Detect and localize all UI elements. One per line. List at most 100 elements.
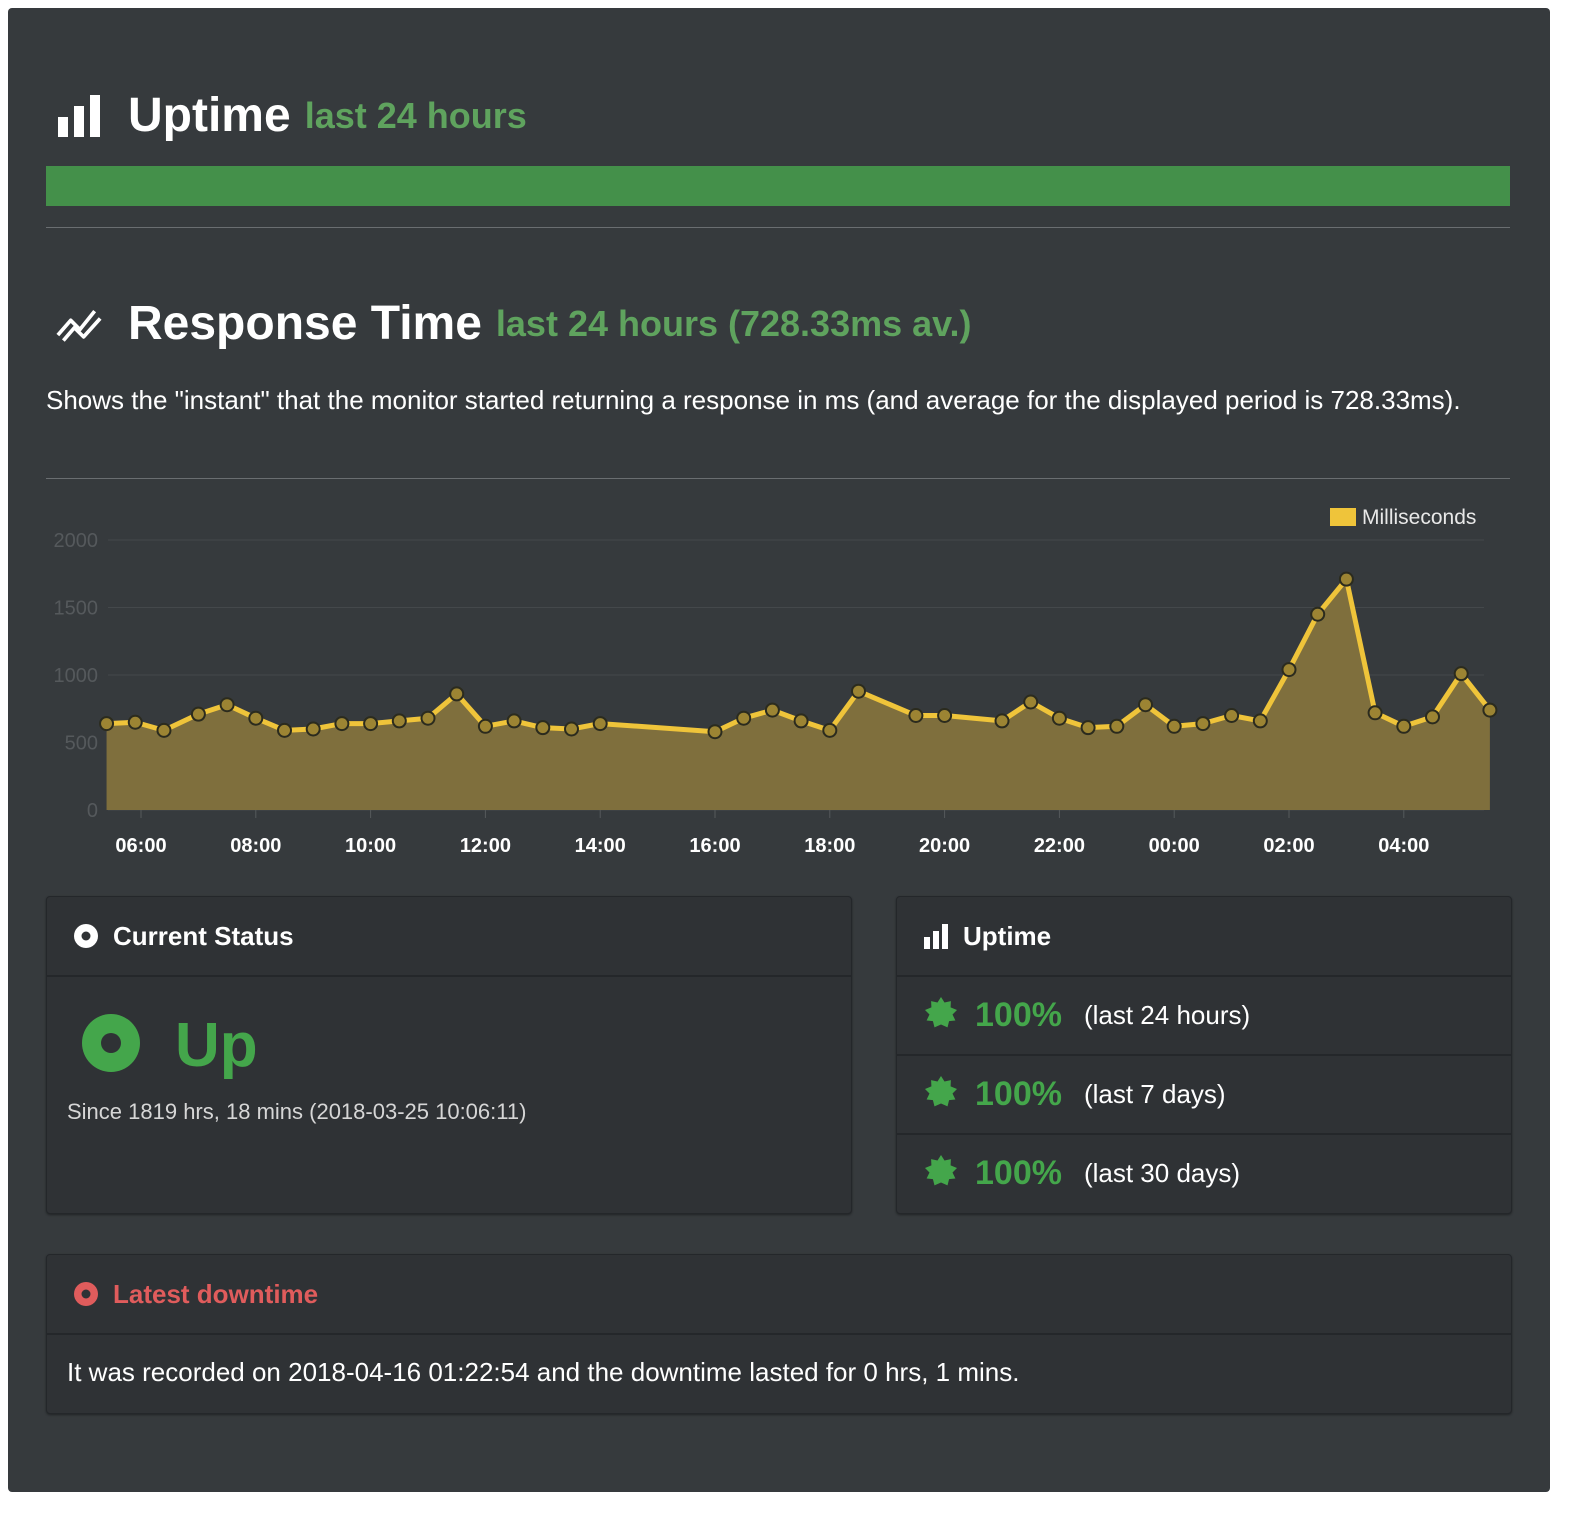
monitor-panel: Uptime last 24 hours Response Time last … (8, 8, 1550, 1492)
data-point (1367, 705, 1383, 721)
latest-downtime-card: Latest downtime It was recorded on 2018-… (46, 1254, 1512, 1414)
x-tick-label: 10:00 (345, 835, 396, 857)
divider (46, 478, 1510, 479)
x-tick-label: 20:00 (919, 835, 970, 857)
uptime-section-title: Uptime last 24 hours (56, 88, 527, 143)
badge-check-icon (925, 1155, 957, 1192)
data-point (156, 722, 172, 738)
status-state: Up (175, 1010, 258, 1080)
data-point (1138, 697, 1153, 713)
x-tick-label: 18:00 (804, 835, 855, 857)
dot-circle-icon (73, 1281, 99, 1307)
response-title: Response Time (128, 297, 482, 350)
badge-check-icon (925, 997, 957, 1034)
x-tick-label: 04:00 (1378, 835, 1429, 857)
data-point (477, 718, 493, 734)
x-tick-label: 16:00 (689, 835, 740, 857)
uptime-title: Uptime (128, 89, 291, 142)
x-tick-label: 08:00 (230, 835, 281, 857)
uptime-row: 100% (last 24 hours) (897, 977, 1511, 1056)
y-tick-label: 2000 (54, 530, 99, 552)
data-point (822, 722, 838, 738)
data-point (1080, 720, 1096, 736)
response-subtitle: last 24 hours (728.33ms av.) (495, 302, 972, 344)
y-tick-label: 1500 (54, 598, 99, 620)
data-point (994, 713, 1010, 729)
x-tick-label: 02:00 (1263, 835, 1314, 857)
data-point (1425, 709, 1440, 725)
data-point (736, 710, 752, 726)
uptime-percent: 100% (975, 1154, 1062, 1192)
response-section-title: Response Time last 24 hours (728.33ms av… (56, 296, 971, 351)
data-point (277, 722, 292, 738)
latest-downtime-text: It was recorded on 2018-04-16 01:22:54 a… (67, 1357, 1020, 1387)
data-point (908, 708, 924, 723)
data-point (1396, 718, 1412, 734)
data-point (1453, 666, 1469, 682)
data-point (99, 716, 115, 732)
current-status-header-label: Current Status (113, 920, 294, 951)
data-point (1281, 662, 1297, 678)
data-point (190, 706, 206, 722)
data-point (219, 697, 235, 713)
status-since: Since 1819 hrs, 18 mins (2018-03-25 10:0… (67, 1099, 527, 1124)
uptime-card-header-label: Uptime (963, 920, 1052, 951)
response-description: Shows the "instant" that the monitor sta… (46, 385, 1461, 415)
data-point (1023, 694, 1039, 710)
data-point (1310, 606, 1326, 622)
data-point (1252, 713, 1268, 729)
current-status-card: Current Status Up Since 1819 hrs, 18 min… (46, 896, 852, 1214)
bar-chart-icon (923, 923, 949, 949)
data-point (1166, 718, 1182, 734)
uptime-row: 100% (last 30 days) (897, 1135, 1511, 1212)
uptime-period: (last 7 days) (1083, 1079, 1226, 1109)
legend-swatch (1330, 508, 1356, 526)
data-point (793, 713, 809, 729)
line-chart-icon (56, 301, 102, 347)
data-point (1224, 708, 1240, 723)
data-point (1109, 718, 1125, 734)
uptime-percent: 100% (975, 996, 1062, 1034)
x-tick-label: 00:00 (1149, 835, 1200, 857)
data-point (851, 683, 866, 699)
latest-downtime-header-label: Latest downtime (113, 1278, 319, 1309)
data-point (1195, 716, 1211, 732)
data-point (334, 716, 350, 732)
latest-downtime-header: Latest downtime (47, 1255, 1511, 1335)
data-point (449, 686, 465, 702)
y-tick-label: 0 (87, 800, 98, 822)
data-point (305, 721, 321, 737)
data-point (363, 716, 379, 732)
data-point (1051, 710, 1067, 726)
x-tick-label: 06:00 (115, 835, 166, 857)
uptime-card: Uptime 100% (last 24 hours) 100% (last 7… (896, 896, 1512, 1214)
data-point (707, 724, 723, 740)
data-point (1338, 571, 1354, 587)
x-tick-label: 14:00 (575, 835, 626, 857)
y-tick-label: 1000 (54, 665, 99, 687)
data-point (592, 716, 608, 732)
uptime-card-header: Uptime (897, 897, 1511, 977)
x-tick-label: 22:00 (1034, 835, 1085, 857)
data-point (391, 713, 407, 729)
data-point (127, 714, 143, 730)
divider (46, 227, 1510, 228)
uptime-progress-bar (46, 166, 1510, 206)
data-point (1482, 702, 1498, 718)
data-point (937, 708, 953, 723)
series-area (106, 579, 1490, 810)
data-point (764, 702, 780, 718)
badge-check-icon (925, 1076, 957, 1113)
uptime-subtitle: last 24 hours (304, 94, 527, 136)
status-up-icon (81, 1013, 141, 1078)
response-time-chart: 0 500 1000 1500 2000 06:00 08:00 10:00 12:00 14:0… (54, 506, 1498, 857)
bar-chart-icon (56, 93, 102, 139)
data-point (506, 713, 522, 729)
x-tick-label: 12:00 (460, 835, 511, 857)
uptime-percent: 100% (975, 1075, 1062, 1113)
data-point (248, 710, 264, 726)
uptime-period: (last 24 hours) (1083, 1000, 1251, 1030)
legend-label: Milliseconds (1362, 506, 1476, 529)
uptime-row: 100% (last 7 days) (897, 1056, 1511, 1135)
current-status-header: Current Status (47, 897, 851, 977)
